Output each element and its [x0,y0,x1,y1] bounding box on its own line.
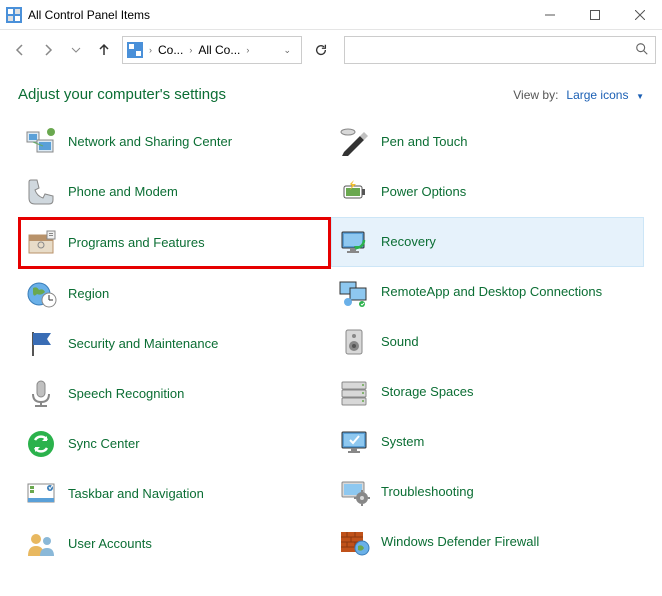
cp-item-storage-spaces[interactable]: Storage Spaces [331,367,644,417]
breadcrumb-segment[interactable]: All Co... [198,43,240,57]
window-title: All Control Panel Items [28,8,527,22]
cp-item-label: Phone and Modem [68,184,178,200]
cp-item-label: Storage Spaces [381,384,474,400]
maximize-button[interactable] [572,0,617,29]
content-area: Adjust your computer's settings View by:… [0,70,662,569]
cp-item-system[interactable]: System [331,417,644,467]
cp-item-label: Troubleshooting [381,484,474,500]
items-column-right: Pen and Touch Power Options Recovery Remote… [331,117,644,569]
region-icon [24,277,58,311]
cp-item-recovery[interactable]: Recovery [331,217,644,267]
power-options-icon [337,175,371,209]
cp-item-region[interactable]: Region [18,269,331,319]
windows-defender-firewall-icon [337,525,371,559]
cp-item-label: Sync Center [68,436,140,452]
remoteapp-desktop-connections-icon [337,275,371,309]
control-panel-icon [127,42,143,58]
up-button[interactable] [90,36,118,64]
cp-item-label: Recovery [381,234,436,250]
phone-and-modem-icon [24,175,58,209]
cp-item-label: Programs and Features [68,235,205,251]
cp-item-power-options[interactable]: Power Options [331,167,644,217]
titlebar: All Control Panel Items [0,0,662,30]
recent-button[interactable] [62,36,90,64]
address-dropdown[interactable]: ⌄ [277,45,297,56]
search-icon [635,42,649,59]
cp-item-windows-defender-firewall[interactable]: Windows Defender Firewall [331,517,644,567]
chevron-right-icon[interactable]: › [149,45,152,55]
address-bar[interactable]: › Co... › All Co... › ⌄ [122,36,302,64]
viewby-dropdown[interactable]: Large icons ▼ [566,87,644,102]
cp-item-pen-and-touch[interactable]: Pen and Touch [331,117,644,167]
sync-center-icon [24,427,58,461]
cp-item-speech-recognition[interactable]: Speech Recognition [18,369,331,419]
pen-and-touch-icon [337,125,371,159]
chevron-right-icon[interactable]: › [246,45,249,55]
programs-and-features-icon [24,226,58,260]
chevron-right-icon[interactable]: › [189,45,192,55]
user-accounts-icon [24,527,58,561]
cp-item-label: RemoteApp and Desktop Connections [381,284,602,300]
viewby-label: View by: [513,88,558,102]
cp-item-label: Taskbar and Navigation [68,486,204,502]
viewby-value: Large icons [566,88,628,102]
control-panel-icon [6,7,22,23]
security-and-maintenance-icon [24,327,58,361]
chevron-down-icon: ▼ [636,92,644,101]
cp-item-label: Region [68,286,109,302]
search-input[interactable] [344,36,656,64]
cp-item-label: Security and Maintenance [68,336,218,352]
cp-item-security-and-maintenance[interactable]: Security and Maintenance [18,319,331,369]
minimize-button[interactable] [527,0,572,29]
cp-item-sound[interactable]: Sound [331,317,644,367]
page-title: Adjust your computer's settings [18,86,513,103]
taskbar-and-navigation-icon [24,477,58,511]
system-icon [337,425,371,459]
cp-item-label: Pen and Touch [381,134,468,150]
cp-item-network-sharing-center[interactable]: Network and Sharing Center [18,117,331,167]
items-column-left: Network and Sharing Center Phone and Mode… [18,117,331,569]
cp-item-user-accounts[interactable]: User Accounts [18,519,331,569]
cp-item-phone-and-modem[interactable]: Phone and Modem [18,167,331,217]
cp-item-label: Windows Defender Firewall [381,534,539,550]
troubleshooting-icon [337,475,371,509]
breadcrumb-segment[interactable]: Co... [158,43,183,57]
navigation-bar: › Co... › All Co... › ⌄ [0,30,662,70]
forward-button[interactable] [34,36,62,64]
storage-spaces-icon [337,375,371,409]
sound-icon [337,325,371,359]
refresh-button[interactable] [306,36,336,64]
back-button[interactable] [6,36,34,64]
cp-item-remoteapp-desktop-connections[interactable]: RemoteApp and Desktop Connections [331,267,644,317]
recovery-icon [337,225,371,259]
cp-item-taskbar-and-navigation[interactable]: Taskbar and Navigation [18,469,331,519]
cp-item-label: Network and Sharing Center [68,134,232,150]
network-sharing-center-icon [24,125,58,159]
cp-item-label: Sound [381,334,419,350]
cp-item-troubleshooting[interactable]: Troubleshooting [331,467,644,517]
cp-item-label: Speech Recognition [68,386,184,402]
cp-item-label: Power Options [381,184,466,200]
close-button[interactable] [617,0,662,29]
cp-item-sync-center[interactable]: Sync Center [18,419,331,469]
cp-item-programs-and-features[interactable]: Programs and Features [18,217,331,269]
cp-item-label: User Accounts [68,536,152,552]
speech-recognition-icon [24,377,58,411]
cp-item-label: System [381,434,424,450]
